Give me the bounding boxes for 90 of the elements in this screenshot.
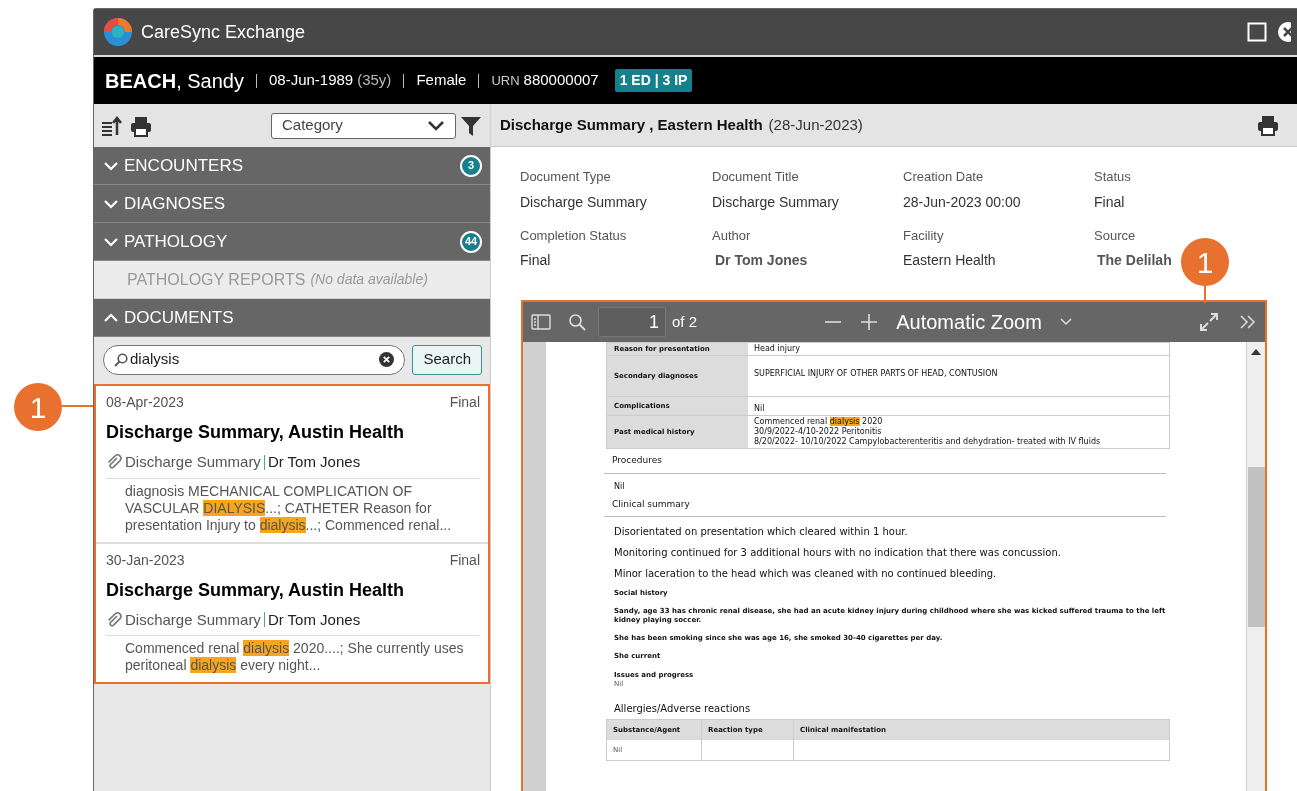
section-header[interactable]: PATHOLOGY 44 <box>94 223 490 261</box>
page-count: of 2 <box>672 311 698 332</box>
maximize-icon[interactable] <box>1247 22 1267 42</box>
field-label: Creation Date <box>903 168 984 186</box>
document-type: Discharge Summary <box>125 609 261 630</box>
chevron-down-icon <box>104 236 118 247</box>
zoom-in-icon[interactable] <box>860 313 879 331</box>
result-date: 30-Jan-2023 <box>106 550 185 570</box>
document-author: Dr Tom Jones <box>267 609 361 630</box>
result-title: Discharge Summary, Austin Health <box>106 421 406 444</box>
urn-label: URN <box>491 72 520 91</box>
clear-icon[interactable] <box>379 352 395 367</box>
field-label: Status <box>1094 168 1131 186</box>
print-icon[interactable] <box>130 114 152 137</box>
field-label: Completion Status <box>520 226 627 245</box>
document-author: Dr Tom Jones <box>267 452 361 472</box>
count-badge: 44 <box>460 230 482 253</box>
result-status: Final <box>449 393 480 412</box>
paperclip-icon <box>106 611 122 628</box>
urn-number: 880000007 <box>523 70 599 91</box>
field-value: Final <box>520 251 551 270</box>
field-value: Discharge Summary <box>712 192 839 212</box>
search-icon <box>114 352 128 367</box>
table-value: 8/20/2022- 10/10/2022 Campylobacterenteritis and dehydration- treated with IV fluids <box>754 437 1102 447</box>
field-label: Document Title <box>712 168 799 186</box>
document-result[interactable]: 30-Jan-2023 Final Discharge Summary, Austin Health Discharge Summary Dr Tom Jones Commenced renal dialysis 2020....; She currently uses peritoneal dialysis every night... <box>96 541 488 682</box>
search-icon[interactable] <box>568 313 586 331</box>
section-heading: Procedures <box>604 454 1166 474</box>
table-value: 30/9/2022-4/10-2022 Peritonitis <box>754 427 883 437</box>
search-box[interactable]: dialysis <box>103 344 406 375</box>
summary-paragraph: Minor laceration to the head which was cleaned with no continued bleeding. <box>613 567 998 580</box>
table-value: Nil <box>754 404 766 414</box>
print-icon[interactable] <box>1257 114 1279 136</box>
result-title: Discharge Summary, Austin Health <box>106 578 406 602</box>
scrollbar[interactable] <box>1247 342 1265 791</box>
section-header[interactable]: DIAGNOSES <box>94 185 490 223</box>
field-label: Author <box>712 226 751 245</box>
window-title: CareSync Exchange <box>141 20 306 44</box>
category-dropdown[interactable]: Category <box>271 112 456 139</box>
result-snippet: Commenced renal dialysis 2020....; She currently uses peritoneal dialysis every night... <box>125 640 465 674</box>
section-heading: Clinical summary <box>604 497 1166 517</box>
patient-age: (35y) <box>357 70 392 91</box>
paperclip-icon <box>106 454 122 471</box>
expand-icon[interactable] <box>1199 312 1219 332</box>
callout-marker: 1 <box>14 383 62 431</box>
field-value: Discharge Summary <box>520 192 647 212</box>
document-date: (28-Jun-2023) <box>768 114 863 135</box>
field-value: 28-Jun-2023 00:00 <box>903 192 1021 212</box>
field-value: Eastern Health <box>903 251 996 270</box>
section-header[interactable]: ENCOUNTERS 3 <box>94 147 490 185</box>
page-number-field[interactable]: 1 <box>598 307 666 337</box>
result-status: Final <box>449 550 480 570</box>
chevron-down-icon <box>104 160 118 171</box>
summary-paragraph: Disorientated on presentation which cleared within 1 hour. <box>613 525 909 538</box>
double-chevron-icon[interactable] <box>1239 314 1257 330</box>
field-label: Facility <box>903 226 944 245</box>
search-button[interactable]: Search <box>412 344 482 375</box>
field-value: Dr Tom Jones <box>714 251 808 270</box>
chevron-down-icon <box>104 198 118 209</box>
table-value: Commenced renal dialysis 2020 <box>754 417 884 427</box>
birth-date: 08-Jun-1989 <box>268 70 354 91</box>
document-type: Discharge Summary <box>125 452 261 472</box>
patient-name: BEACH, Sandy <box>105 68 244 94</box>
field-value: Final <box>1094 192 1125 212</box>
chevron-down-icon <box>427 119 445 132</box>
field-value: The Delilah <box>1096 251 1172 270</box>
result-snippet: diagnosis MECHANICAL COMPLICATION OF VASCULAR DIALYSIS...; CATHETER Reason for presentation Injury to dialysis...; Commenced renal... <box>125 482 453 534</box>
close-icon[interactable] <box>1277 21 1291 43</box>
document-title: Discharge Summary , Eastern Health <box>500 114 763 135</box>
encounter-badge: 1 ED | 3 IP <box>614 69 693 92</box>
filter-icon[interactable] <box>460 114 482 137</box>
result-date: 08-Apr-2023 <box>106 393 184 412</box>
app-logo-icon <box>103 17 133 47</box>
search-field[interactable]: dialysis <box>130 348 380 371</box>
patient-sex: Female <box>416 70 467 91</box>
chevron-up-icon <box>104 312 118 323</box>
zoom-dropdown[interactable]: Automatic Zoom <box>896 307 1072 337</box>
export-icon[interactable] <box>100 114 122 137</box>
section-text: Nil <box>613 480 626 493</box>
table-value: SUPERFICIAL INJURY OF OTHER PARTS OF HEAD, CONTUSION <box>754 369 999 379</box>
field-label: Source <box>1094 226 1136 245</box>
table-value: Head injury <box>754 344 802 354</box>
allergies-heading: Allergies/Adverse reactions <box>613 702 752 716</box>
sidebar-toggle-icon[interactable] <box>531 314 551 330</box>
scroll-up-icon <box>1251 348 1261 355</box>
count-badge: 3 <box>460 154 482 177</box>
field-label: Document Type <box>520 168 611 186</box>
summary-paragraph: Monitoring continued for 3 additional hours with no indication that there was concussion. <box>613 546 1062 559</box>
section-header[interactable]: DOCUMENTS <box>94 299 490 337</box>
chevron-down-icon <box>1059 318 1072 326</box>
